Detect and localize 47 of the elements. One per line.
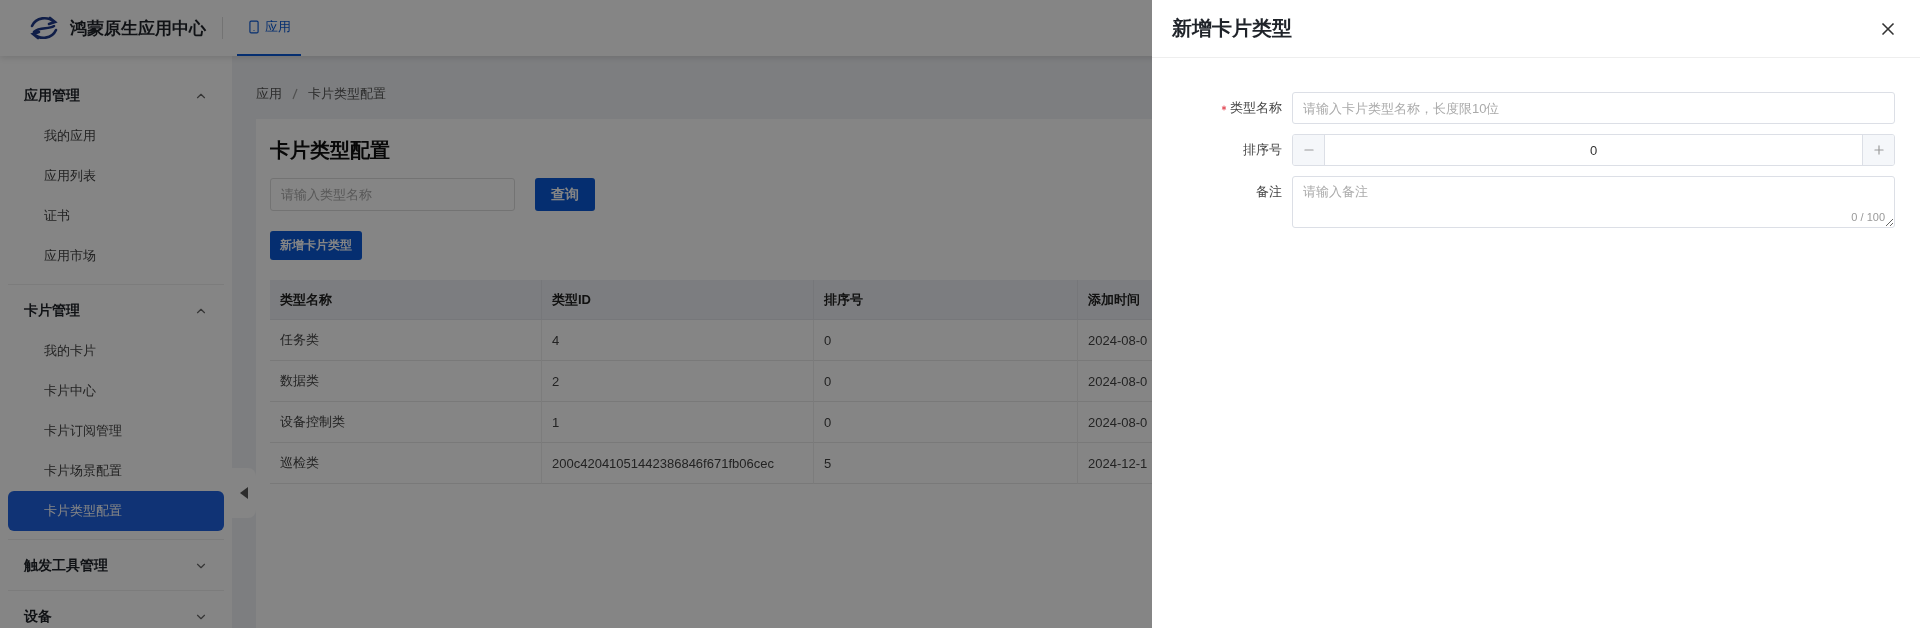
add-button[interactable]: 新增卡片类型 [270,231,362,260]
logo-icon [28,14,60,42]
menu-item[interactable]: 我的应用 [8,116,224,156]
column-header: 类型名称 [270,280,542,320]
table-cell: 任务类 [270,320,542,361]
query-button[interactable]: 查询 [535,178,595,211]
menu-item[interactable]: 卡片中心 [8,371,224,411]
field-label: 备注 [1256,183,1282,201]
table-cell: 设备控制类 [270,402,542,443]
menu-item[interactable]: 应用列表 [8,156,224,196]
menu-group-header[interactable]: 设备 [8,597,224,628]
phone-icon [247,20,261,34]
type-name-input[interactable]: 请输入卡片类型名称，长度限10位 [1292,92,1895,124]
slash-separator-icon [292,88,298,100]
menu-item[interactable]: 我的卡片 [8,331,224,371]
menu-group-header[interactable]: 应用管理 [8,76,224,116]
breadcrumb-item[interactable]: 卡片类型配置 [308,85,386,103]
drawer-title: 新增卡片类型 [1172,16,1292,41]
table-cell: 0 [814,320,1078,361]
page-title: 卡片类型配置 [270,138,390,163]
menu-item[interactable]: 证书 [8,196,224,236]
menu-item[interactable]: 卡片类型配置 [8,491,224,531]
table-cell: 巡检类 [270,443,542,484]
nav-tab[interactable]: 应用 [237,0,301,56]
table-cell: 0 [814,402,1078,443]
plus-icon [1871,143,1886,157]
table-cell: 4 [542,320,814,361]
triangle-left-icon [240,487,248,499]
menu-item[interactable]: 卡片场景配置 [8,451,224,491]
field-label: 排序号 [1243,141,1282,159]
field-label: 类型名称 [1230,99,1282,117]
character-counter: 0 / 100 [1851,211,1885,223]
column-header: 类型ID [542,280,814,320]
table-cell: 5 [814,443,1078,484]
breadcrumb-item[interactable]: 应用 [256,85,282,103]
table-cell: 2 [542,361,814,402]
menu-item[interactable]: 应用市场 [8,236,224,276]
table-cell: 1 [542,402,814,443]
brand-name: 鸿蒙原生应用中心 [70,17,206,40]
menu-group-header[interactable]: 卡片管理 [8,291,224,331]
table-cell: 数据类 [270,361,542,402]
menu-group-header[interactable]: 触发工具管理 [8,546,224,586]
stepper-value: 0 [1588,141,1599,160]
table-cell: 200c42041051442386846f671fb06cec [542,443,814,484]
table-cell: 0 [814,361,1078,402]
column-header: 排序号 [814,280,1078,320]
menu-item[interactable]: 卡片订阅管理 [8,411,224,451]
